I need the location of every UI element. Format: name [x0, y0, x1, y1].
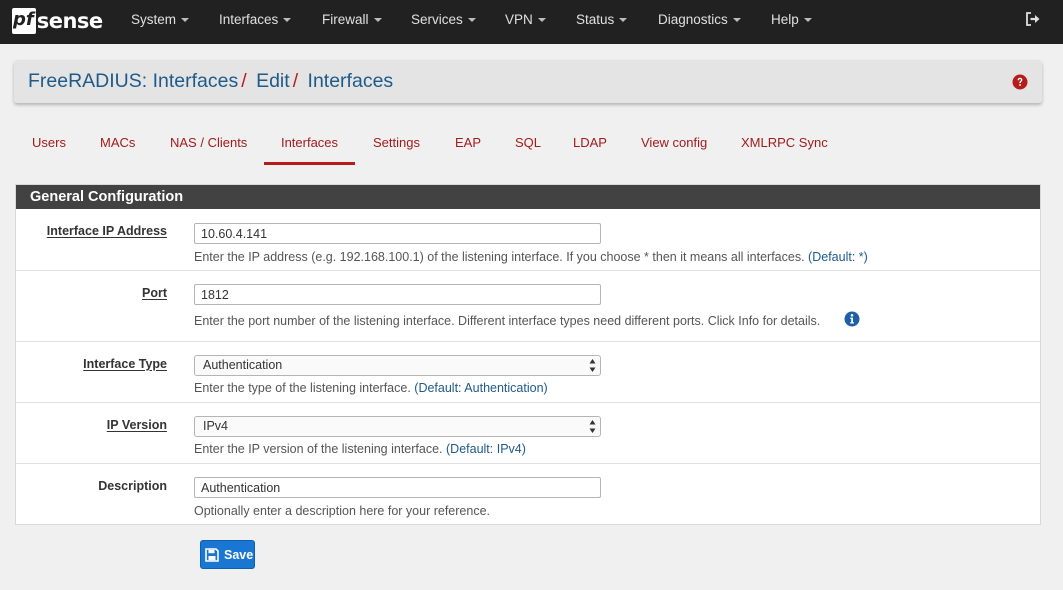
pfsense-logo[interactable]: pf sense — [12, 7, 103, 35]
general-configuration-panel: General Configuration Interface IP Addre… — [15, 184, 1041, 525]
nav-system-label: System — [131, 12, 177, 27]
ip-address-default: (Default: *) — [808, 250, 868, 264]
tab-macs[interactable]: MACs — [100, 124, 135, 165]
nav-interfaces-label: Interfaces — [219, 12, 279, 27]
interface-type-select[interactable]: Authentication — [194, 355, 601, 376]
tab-interfaces[interactable]: Interfaces — [264, 124, 355, 165]
interface-type-row: Interface Type Authentication Enter the … — [16, 341, 1040, 402]
breadcrumb-separator: / — [241, 70, 247, 92]
save-button[interactable]: Save — [200, 540, 255, 569]
nav-system-menu[interactable]: System — [131, 0, 190, 44]
nav-status-menu[interactable]: Status — [576, 0, 628, 44]
interface-type-default: (Default: Authentication) — [414, 381, 548, 395]
ip-address-help-text: Enter the IP address (e.g. 192.168.100.1… — [194, 250, 805, 264]
select-arrows-icon — [589, 359, 596, 372]
ip-version-select[interactable]: IPv4 — [194, 416, 601, 437]
sign-out-icon[interactable] — [1025, 11, 1041, 27]
port-help: Enter the port number of the listening i… — [194, 314, 821, 328]
floppy-disk-icon — [205, 547, 219, 562]
breadcrumb-interfaces-link[interactable]: Interfaces — [308, 70, 394, 92]
nav-status-label: Status — [576, 12, 615, 27]
port-row: Port Enter the port number of the listen… — [16, 270, 1040, 341]
caret-down-icon — [619, 18, 628, 23]
ip-version-label: IP Version — [106, 418, 167, 432]
top-navbar: pf sense System Interfaces Firewall Serv… — [0, 0, 1063, 44]
nav-diagnostics-label: Diagnostics — [658, 12, 728, 27]
select-arrows-icon — [589, 420, 596, 433]
ip-address-help: Enter the IP address (e.g. 192.168.100.1… — [194, 250, 868, 264]
caret-down-icon — [467, 18, 476, 23]
caret-down-icon — [373, 18, 382, 23]
description-label: Description — [98, 479, 167, 493]
breadcrumb-bar: FreeRADIUS: Interfaces / Edit / Interfaces — [14, 60, 1042, 103]
save-button-label: Save — [224, 547, 254, 562]
ip-version-help: Enter the IP version of the listening in… — [194, 442, 526, 456]
description-input[interactable] — [194, 477, 601, 498]
tab-nas-clients[interactable]: NAS / Clients — [170, 124, 247, 165]
ip-version-row: IP Version IPv4 Enter the IP version of … — [16, 402, 1040, 463]
tab-settings[interactable]: Settings — [373, 124, 420, 165]
tab-view-config[interactable]: View config — [641, 124, 707, 165]
nav-vpn-label: VPN — [505, 12, 533, 27]
nav-firewall-label: Firewall — [322, 12, 369, 27]
description-row: Description Optionally enter a descripti… — [16, 463, 1040, 524]
caret-down-icon — [283, 18, 292, 23]
tab-eap[interactable]: EAP — [455, 124, 481, 165]
interface-type-label: Interface Type — [83, 357, 167, 371]
caret-down-icon — [732, 18, 741, 23]
port-input[interactable] — [194, 284, 601, 305]
ip-version-selected: IPv4 — [203, 419, 229, 433]
interface-type-selected: Authentication — [203, 358, 283, 372]
ip-version-help-text: Enter the IP version of the listening in… — [194, 442, 443, 456]
nav-firewall-menu[interactable]: Firewall — [322, 0, 382, 44]
tab-users[interactable]: Users — [32, 124, 66, 165]
caret-down-icon — [181, 18, 190, 23]
breadcrumb: FreeRADIUS: Interfaces / Edit / Interfaces — [28, 70, 393, 93]
tab-sql[interactable]: SQL — [515, 124, 541, 165]
interface-type-help: Enter the type of the listening interfac… — [194, 381, 548, 395]
panel-title: General Configuration — [16, 185, 1040, 209]
ip-address-label: Interface IP Address — [46, 224, 167, 238]
nav-help-menu[interactable]: Help — [771, 0, 812, 44]
tab-xmlrpc-sync[interactable]: XMLRPC Sync — [741, 124, 828, 165]
question-circle-icon[interactable] — [1012, 74, 1028, 90]
info-circle-icon[interactable] — [844, 311, 860, 327]
caret-down-icon — [803, 18, 812, 23]
nav-diagnostics-menu[interactable]: Diagnostics — [658, 0, 741, 44]
nav-interfaces-menu[interactable]: Interfaces — [219, 0, 292, 44]
breadcrumb-freeradius-link[interactable]: FreeRADIUS: Interfaces — [28, 70, 238, 92]
nav-services-label: Services — [411, 12, 463, 27]
interface-type-help-text: Enter the type of the listening interfac… — [194, 381, 411, 395]
breadcrumb-separator: / — [292, 70, 299, 92]
nav-help-label: Help — [771, 12, 799, 27]
logo-pf-text: pf — [12, 8, 36, 34]
port-label: Port — [142, 286, 167, 300]
logo-sense-text: sense — [36, 9, 103, 33]
nav-vpn-menu[interactable]: VPN — [505, 0, 546, 44]
breadcrumb-edit-link[interactable]: Edit — [256, 70, 290, 92]
ip-address-row: Interface IP Address Enter the IP addres… — [16, 209, 1040, 270]
nav-services-menu[interactable]: Services — [411, 0, 476, 44]
tab-ldap[interactable]: LDAP — [573, 124, 607, 165]
ip-version-default: (Default: IPv4) — [446, 442, 526, 456]
ip-address-input[interactable] — [194, 223, 601, 244]
description-help: Optionally enter a description here for … — [194, 504, 490, 518]
caret-down-icon — [537, 18, 546, 23]
